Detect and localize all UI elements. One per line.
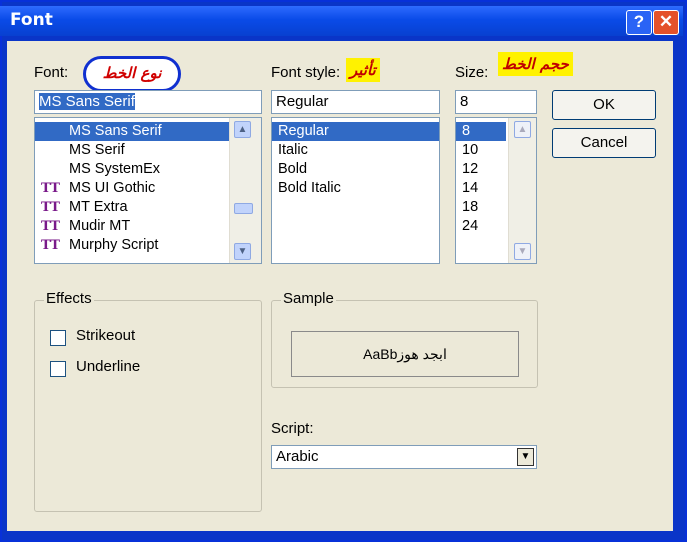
sample-preview: AaBbابجد هوز: [291, 331, 519, 377]
chevron-down-icon[interactable]: ▼: [517, 448, 534, 466]
help-button[interactable]: ?: [626, 10, 652, 35]
font-style-list[interactable]: Regular Italic Bold Bold Italic: [271, 117, 440, 264]
size-list-item[interactable]: 12: [456, 160, 506, 179]
size-list-item[interactable]: 14: [456, 179, 506, 198]
strikeout-label[interactable]: Strikeout: [76, 327, 135, 344]
font-scroll-thumb[interactable]: [234, 203, 253, 214]
font-list-item[interactable]: MS Serif: [35, 141, 231, 160]
truetype-icon: TT: [41, 219, 60, 234]
underline-label[interactable]: Underline: [76, 358, 140, 375]
font-style-label: Font style:: [271, 64, 341, 81]
truetype-icon: TT: [41, 181, 60, 196]
size-list-scrollbar[interactable]: ▲ ▼: [508, 118, 536, 263]
font-list-item-label: MS SystemEx: [69, 161, 161, 177]
font-list-item[interactable]: MS Sans Serif: [35, 122, 231, 141]
font-style-list-item[interactable]: Bold: [272, 160, 439, 179]
font-list-item-label: MS Serif: [69, 142, 125, 158]
script-value: Arabic: [276, 448, 319, 465]
font-style-list-item[interactable]: Italic: [272, 141, 439, 160]
font-style-input[interactable]: Regular: [271, 90, 440, 114]
font-style-annotation: تأثير: [346, 58, 380, 82]
font-list-item-label: MS UI Gothic: [69, 180, 156, 196]
font-list-item[interactable]: TT Mudir MT: [35, 217, 231, 236]
font-list-item-label: MS Sans Serif: [67, 123, 164, 139]
size-scroll-up-icon: ▲: [514, 121, 531, 138]
size-annotation: حجم الخط: [498, 52, 573, 76]
font-scroll-up-icon[interactable]: ▲: [234, 121, 251, 138]
size-list[interactable]: 8 10 12 14 18 24 ▲ ▼: [455, 117, 537, 264]
font-list-item[interactable]: TT MT Extra: [35, 198, 231, 217]
font-list-item[interactable]: TT Murphy Script: [35, 236, 231, 255]
size-list-item[interactable]: 24: [456, 217, 506, 236]
font-list-item-label: Mudir MT: [69, 218, 131, 234]
size-list-item[interactable]: 10: [456, 141, 506, 160]
font-style-list-item[interactable]: Regular: [272, 122, 439, 141]
underline-checkbox[interactable]: [50, 361, 66, 377]
effects-legend: Effects: [44, 290, 94, 307]
sample-text: AaBbابجد هوز: [363, 346, 447, 362]
font-style-list-item[interactable]: Bold Italic: [272, 179, 439, 198]
script-label: Script:: [271, 420, 314, 437]
cancel-button[interactable]: Cancel: [552, 128, 656, 158]
font-list-item[interactable]: TT MS UI Gothic: [35, 179, 231, 198]
font-list-item[interactable]: MS SystemEx: [35, 160, 231, 179]
font-list[interactable]: MS Sans Serif MS Serif MS SystemEx TT MS UI …: [34, 117, 262, 264]
close-button[interactable]: ✕: [653, 10, 679, 35]
font-annotation-circle: نوع الخط: [83, 56, 181, 92]
truetype-icon: TT: [41, 238, 60, 253]
font-annotation: نوع الخط: [102, 64, 162, 82]
font-list-item-label: Murphy Script: [69, 237, 159, 253]
font-name-value: MS Sans Serif: [39, 93, 135, 110]
font-label: Font:: [34, 64, 69, 81]
font-name-input[interactable]: MS Sans Serif: [34, 90, 262, 114]
window-title: Font: [10, 10, 53, 30]
size-list-item[interactable]: 18: [456, 198, 506, 217]
size-input[interactable]: 8: [455, 90, 537, 114]
strikeout-checkbox[interactable]: [50, 330, 66, 346]
size-list-item[interactable]: 8: [456, 122, 506, 141]
size-label: Size:: [455, 64, 489, 81]
truetype-icon: TT: [41, 200, 60, 215]
ok-button[interactable]: OK: [552, 90, 656, 120]
title-bar[interactable]: [0, 6, 683, 36]
font-list-item-label: MT Extra: [69, 199, 128, 215]
font-scroll-down-icon[interactable]: ▼: [234, 243, 251, 260]
size-scroll-down-icon: ▼: [514, 243, 531, 260]
script-select[interactable]: Arabic ▼: [271, 445, 537, 469]
sample-legend: Sample: [281, 290, 336, 307]
effects-group: [34, 300, 262, 512]
font-list-scrollbar[interactable]: ▲ ▼: [229, 118, 261, 263]
